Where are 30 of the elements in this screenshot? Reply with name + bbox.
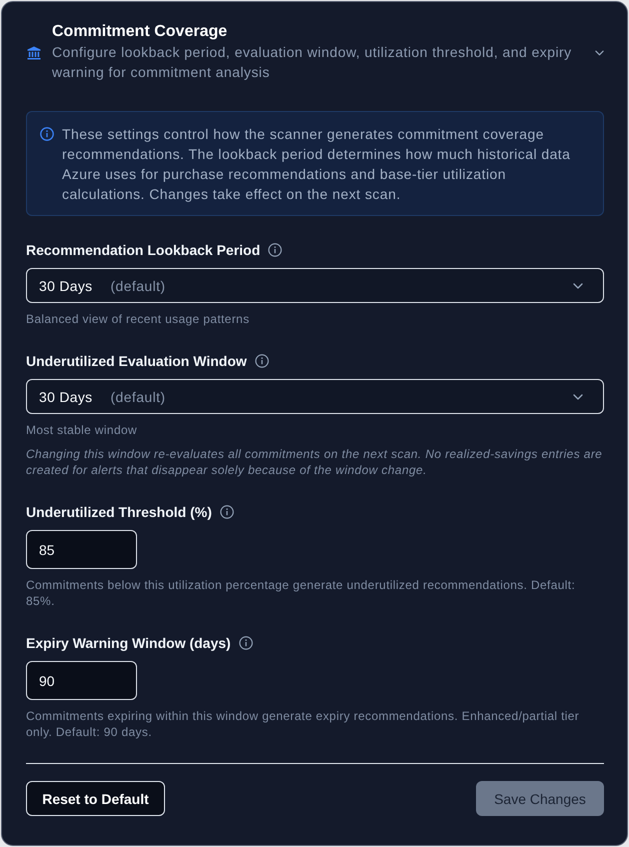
info-text: These settings control how the scanner generates commitment coverage recommendations. The lookback period determines how much historical data Azure uses for purchase recommendations and base-tier utilization calculations. Changes take effect on the next scan.: [62, 125, 572, 204]
help-text: Commitments below this utilization percentage generate underutilized recommendations. Default: 85%.: [26, 577, 576, 609]
field-label: Underutilized Threshold (%): [26, 503, 212, 522]
help-text: Commitments expiring within this window generate expiry recommendations. Enhanced/partial tier only. Default: 90 days.: [26, 708, 580, 740]
dropdown-field[interactable]: 30 Days (default): [26, 379, 604, 414]
dropdown-value: 30 Days: [39, 278, 92, 294]
field-label: Recommendation Lookback Period: [26, 241, 260, 260]
info-icon: [40, 127, 54, 141]
help-text: Most stable window: [26, 422, 138, 438]
info-icon[interactable]: [254, 354, 269, 368]
chevron-icon[interactable]: [595, 50, 604, 56]
number-input[interactable]: 85: [26, 530, 137, 569]
default-note: (default): [110, 388, 166, 404]
warning-note: Changing this window re-evaluates all commitments on the next scan. No realized-savings entries are created for alerts that disappear solely because of the window change.: [26, 446, 604, 478]
chevron-icon: [573, 394, 583, 400]
field-label: Expiry Warning Window (days): [26, 634, 231, 653]
bank-icon: [27, 46, 41, 60]
info-icon[interactable]: [238, 636, 253, 650]
reset-button[interactable]: Reset to Default: [26, 781, 165, 816]
default-note: (default): [110, 278, 166, 294]
dropdown-field[interactable]: 30 Days (default): [26, 268, 604, 303]
section-title: Commitment Coverage: [52, 23, 228, 41]
section-description: Configure lookback period, evaluation window, utilization threshold, and expiry warning for commitment analysis: [52, 43, 573, 82]
info-icon[interactable]: [220, 505, 234, 519]
info-icon[interactable]: [268, 243, 282, 257]
chevron-icon: [573, 282, 583, 288]
help-text: Balanced view of recent usage patterns: [26, 311, 250, 327]
field-label: Underutilized Evaluation Window: [26, 352, 247, 371]
number-input[interactable]: 90: [26, 661, 137, 700]
dropdown-value: 30 Days: [39, 388, 92, 404]
